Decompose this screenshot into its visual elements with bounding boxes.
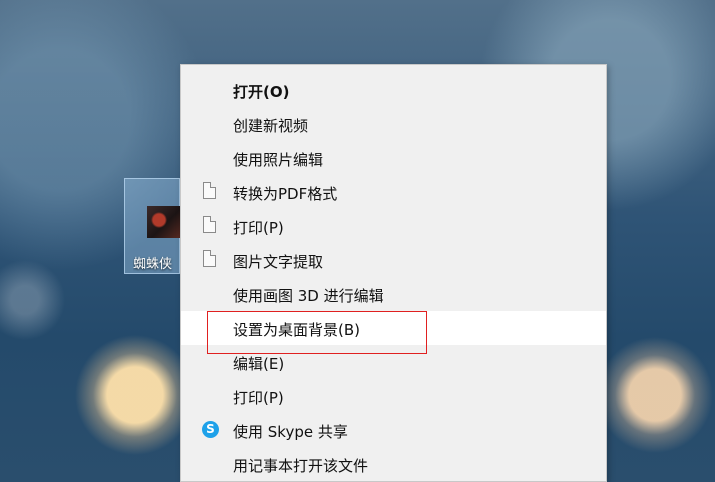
highlight-annotation-box xyxy=(207,311,427,354)
image-thumbnail xyxy=(147,206,181,238)
menu-item-label: 打开(O) xyxy=(233,83,290,101)
menu-item-create-video[interactable]: 创建新视频 xyxy=(181,107,606,141)
context-menu: 打开(O) 创建新视频 使用照片编辑 转换为PDF格式 打印(P) 图片文字提取… xyxy=(180,64,607,482)
menu-item-open[interactable]: 打开(O) xyxy=(181,73,606,107)
document-icon xyxy=(203,216,216,233)
menu-item-label: 图片文字提取 xyxy=(233,253,324,271)
menu-item-open-with-notepad[interactable]: 用记事本打开该文件 xyxy=(181,447,606,481)
menu-item-label: 转换为PDF格式 xyxy=(233,185,338,203)
document-icon xyxy=(203,250,216,267)
menu-item-label: 编辑(E) xyxy=(233,355,285,373)
menu-item-edit-paint3d[interactable]: 使用画图 3D 进行编辑 xyxy=(181,277,606,311)
desktop-file-icon[interactable]: 蜘蛛侠 xyxy=(124,178,181,274)
menu-item-label: 打印(P) xyxy=(233,219,284,237)
menu-item-print[interactable]: 打印(P) xyxy=(181,379,606,413)
menu-item-share-skype[interactable]: S 使用 Skype 共享 xyxy=(181,413,606,447)
menu-item-print-pdf[interactable]: 打印(P) xyxy=(181,209,606,243)
menu-item-label: 创建新视频 xyxy=(233,117,309,135)
menu-item-extract-text[interactable]: 图片文字提取 xyxy=(181,243,606,277)
skype-icon: S xyxy=(202,421,219,438)
menu-item-label: 用记事本打开该文件 xyxy=(233,457,369,475)
menu-item-convert-to-pdf[interactable]: 转换为PDF格式 xyxy=(181,175,606,209)
menu-item-label: 使用画图 3D 进行编辑 xyxy=(233,287,384,305)
menu-item-edit-with-photos[interactable]: 使用照片编辑 xyxy=(181,141,606,175)
menu-item-label: 打印(P) xyxy=(233,389,284,407)
document-icon xyxy=(203,182,216,199)
menu-item-label: 使用 Skype 共享 xyxy=(233,423,348,441)
menu-item-label: 使用照片编辑 xyxy=(233,151,324,169)
